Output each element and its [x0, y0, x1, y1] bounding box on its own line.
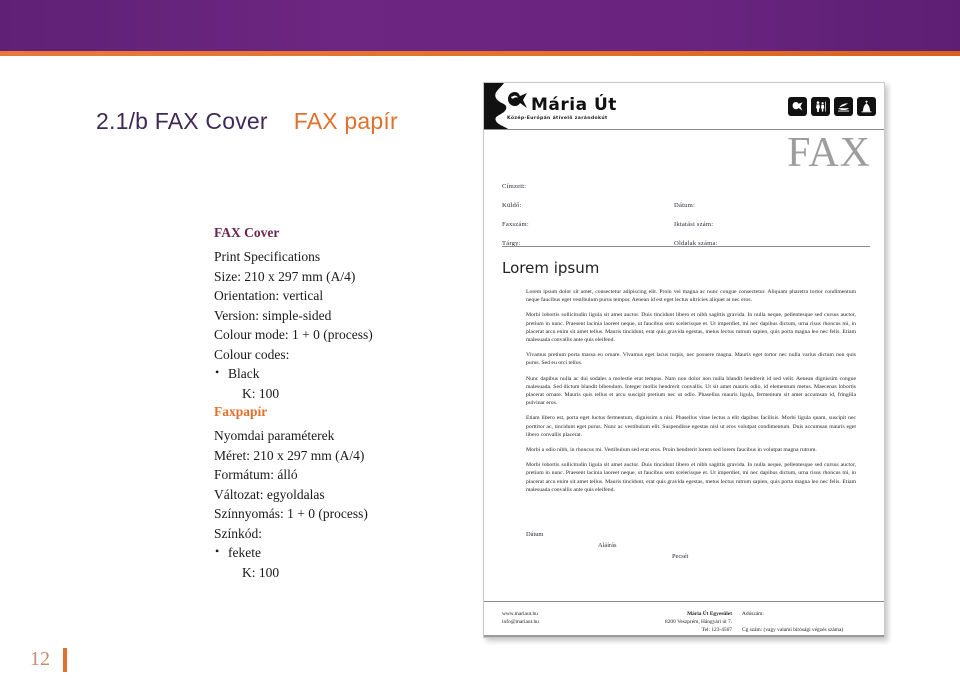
- document-header: Mária Út Közép-Európán átívelő zarándokú…: [484, 83, 884, 130]
- spec-line: Formátum: álló: [214, 467, 298, 482]
- spec-line: Print Specifications: [214, 249, 321, 264]
- field-label-date: Dátum:: [674, 202, 695, 209]
- chapel-icon: [857, 97, 876, 116]
- slide-page: 2.1/b FAX Cover FAX papír FAX Cover Prin…: [0, 0, 960, 679]
- footer-address: 8200 Veszprém, Hángyári út 7.: [665, 619, 732, 625]
- body-paragraph: Lorem ipsum dolor sit amet, consectetur …: [526, 289, 856, 304]
- signature-signature-label: Aláírás: [598, 542, 617, 549]
- header-icon-set: [788, 97, 876, 116]
- logo-tagline: Közép-Európán átívelő zarándokút: [507, 116, 608, 121]
- banner-accent-stripe: [0, 51, 960, 56]
- spec-line: Orientation: vertical: [214, 288, 324, 303]
- body-paragraph: Morbi lobortis sollicitudin ligula sit a…: [526, 462, 856, 493]
- signature-seal-label: Pecsét: [672, 553, 689, 560]
- body-paragraph: Vivamus pretium porta massa eu ornare. V…: [526, 352, 856, 367]
- maria-ut-mark-icon: [788, 97, 807, 116]
- body-paragraph: Etiam libero est, porta eget luctus ferm…: [526, 415, 856, 438]
- footer-registration-label: Cg szám: (vagy valami bírósági végzés sz…: [742, 627, 844, 633]
- top-banner: [0, 0, 960, 51]
- field-label-faxnumber: Faxszám:: [502, 221, 529, 228]
- body-paragraph: Nunc dapibus nulla ac dui sodales a mole…: [526, 375, 856, 407]
- fax-form-fields: Címzett: Küldő: Dátum: Faxszám: Iktatási…: [502, 183, 870, 247]
- dove-logo-icon: [506, 91, 528, 114]
- body-paragraph: Morbi lobortis sollicitudin ligula sit a…: [526, 312, 856, 344]
- slide-title-alt: FAX papír: [293, 108, 398, 134]
- spec-line: Size: 210 x 297 mm (A/4): [214, 268, 356, 284]
- fax-wordmark: FAX: [787, 130, 871, 176]
- spec-line: Színkód:: [214, 525, 263, 541]
- spec-block-hungarian: Faxpapír Nyomdai paraméterek Méret: 210 …: [214, 404, 368, 582]
- page-number: 12: [30, 648, 50, 670]
- spec-sub-value: K: 100: [242, 564, 280, 580]
- maria-ut-logo: Mária Út Közép-Európán átívelő zarándokú…: [506, 91, 617, 121]
- spec-bullet-item: fekete: [214, 542, 368, 563]
- fax-document-preview: Mária Út Közép-Európán átívelő zarándokú…: [483, 82, 885, 638]
- footer-email: info@mariaut.hu: [502, 619, 539, 625]
- spec-line: Version: simple-sided: [214, 307, 332, 323]
- slide-title-main: 2.1/b FAX Cover: [96, 108, 268, 134]
- fields-divider: [502, 246, 870, 247]
- pilgrims-icon: [811, 97, 830, 116]
- document-body: Lorem ipsum dolor sit amet, consectetur …: [526, 288, 856, 501]
- spec-line: Nyomdai paraméterek: [214, 428, 335, 443]
- logo-wordmark: Mária Út: [531, 95, 617, 115]
- field-spacer: [674, 183, 870, 190]
- spec-bullet-item: Black: [214, 363, 373, 384]
- signature-date-label: Dátum: [526, 531, 544, 538]
- footer-tax-label: Adószám:: [742, 611, 764, 617]
- footer-bottom-rule: [484, 635, 884, 637]
- footer-organisation: Mária Út Egyesület: [687, 611, 732, 617]
- footer-phone: Tel: 123-4567: [701, 627, 732, 633]
- spec-block-english: FAX Cover Print Specifications Size: 210…: [214, 225, 373, 403]
- footer-website: www.mariaut.hu: [502, 611, 538, 617]
- spec-heading-hungarian: Faxpapír: [214, 404, 268, 419]
- spec-line: Colour codes:: [214, 346, 290, 362]
- page-number-accent-bar: [63, 648, 67, 672]
- spec-sub-value: K: 100: [242, 385, 280, 401]
- signature-block: Dátum Aláírás Pecsét: [526, 531, 856, 565]
- spec-line: Színnyomás: 1 + 0 (process): [214, 506, 368, 521]
- document-heading: Lorem ipsum: [502, 259, 600, 277]
- spec-heading-english: FAX Cover: [214, 225, 280, 240]
- document-footer: www.mariaut.hu info@mariaut.hu Mária Út …: [484, 601, 884, 637]
- boat-icon: [834, 97, 853, 116]
- spec-line: Változat: egyoldalas: [214, 486, 325, 502]
- field-label-recipient: Címzett:: [502, 183, 527, 190]
- field-label-registration-number: Iktatási szám:: [674, 221, 714, 228]
- spec-line: Méret: 210 x 297 mm (A/4): [214, 447, 365, 463]
- slide-title: 2.1/b FAX Cover FAX papír: [96, 108, 398, 135]
- body-paragraph: Morbi a odio nibh, in rhoncus mi. Vestib…: [526, 447, 817, 454]
- field-label-sender: Küldő:: [502, 202, 522, 209]
- spec-line: Colour mode: 1 + 0 (process): [214, 327, 373, 342]
